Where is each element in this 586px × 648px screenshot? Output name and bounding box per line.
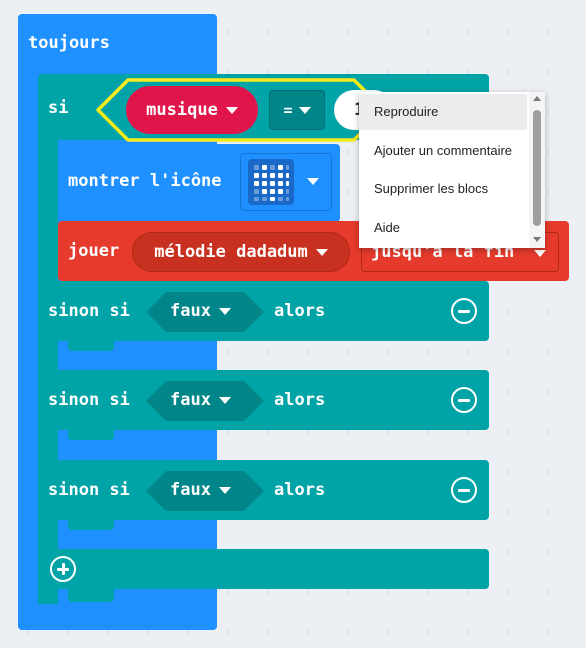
menu-item-label: Aide: [374, 220, 401, 235]
chevron-down-icon: [218, 307, 231, 315]
menu-item-help[interactable]: Aide: [359, 210, 527, 246]
chevron-down-icon: [307, 178, 319, 185]
heart-icon: [254, 165, 289, 201]
chevron-down-icon: [225, 106, 238, 114]
block-notch: [68, 520, 114, 530]
minus-icon: [458, 309, 470, 313]
chevron-down-icon: [218, 396, 231, 404]
play-keyword: jouer: [68, 241, 120, 261]
if-block-bottom: [38, 549, 489, 589]
then-keyword: alors: [274, 480, 326, 500]
icon-picker[interactable]: [240, 153, 332, 211]
menu-item-delete-blocks[interactable]: Supprimer les blocs: [359, 171, 527, 207]
operator-dropdown[interactable]: =: [269, 90, 325, 130]
block-notch: [68, 430, 114, 440]
remove-else-if-button[interactable]: [451, 298, 477, 324]
else-if-keyword: sinon si: [48, 301, 130, 321]
scroll-down-arrow-icon[interactable]: [533, 237, 541, 242]
menu-item-label: Reproduire: [374, 104, 439, 119]
boolean-dropdown-faux[interactable]: faux: [170, 301, 231, 321]
variable-dropdown-musique[interactable]: musique: [126, 86, 258, 134]
melody-name: mélodie dadadum: [154, 242, 308, 262]
plus-icon-vertical: [61, 563, 65, 575]
minus-icon: [458, 398, 470, 402]
chevron-down-icon: [315, 248, 328, 256]
menu-scrollbar[interactable]: [529, 92, 545, 248]
boolean-value: faux: [170, 301, 211, 321]
boolean-value: faux: [170, 480, 211, 500]
else-if-keyword: sinon si: [48, 390, 130, 410]
context-menu: Reproduire Ajouter un commentaire Suppri…: [359, 92, 545, 248]
menu-item-label: Supprimer les blocs: [374, 181, 489, 196]
forever-label: toujours: [28, 33, 110, 53]
block-notch: [68, 589, 114, 602]
add-else-if-button[interactable]: [50, 556, 76, 582]
chevron-down-icon: [534, 250, 546, 257]
chevron-down-icon: [218, 486, 231, 494]
boolean-value: faux: [170, 390, 211, 410]
menu-item-add-comment[interactable]: Ajouter un commentaire: [359, 133, 527, 169]
remove-else-if-button[interactable]: [451, 477, 477, 503]
variable-name: musique: [146, 100, 218, 120]
boolean-dropdown-faux[interactable]: faux: [170, 480, 231, 500]
block-notch: [68, 341, 114, 351]
then-keyword: alors: [274, 301, 326, 321]
if-keyword: si: [48, 98, 69, 118]
menu-item-label: Ajouter un commentaire: [374, 143, 513, 158]
remove-else-if-button[interactable]: [451, 387, 477, 413]
boolean-dropdown-faux[interactable]: faux: [170, 390, 231, 410]
minus-icon: [458, 488, 470, 492]
led-icon-preview: [248, 159, 294, 205]
chevron-down-icon: [298, 106, 311, 114]
scroll-up-arrow-icon[interactable]: [533, 96, 541, 101]
operator-label: =: [283, 101, 293, 119]
melody-dropdown[interactable]: mélodie dadadum: [132, 232, 350, 272]
menu-item-duplicate[interactable]: Reproduire: [359, 94, 527, 130]
else-if-keyword: sinon si: [48, 480, 130, 500]
show-icon-label: montrer l'icône: [68, 171, 222, 191]
menu-scrollbar-thumb[interactable]: [533, 110, 541, 226]
if-block-spine: [38, 130, 58, 604]
then-keyword: alors: [274, 390, 326, 410]
